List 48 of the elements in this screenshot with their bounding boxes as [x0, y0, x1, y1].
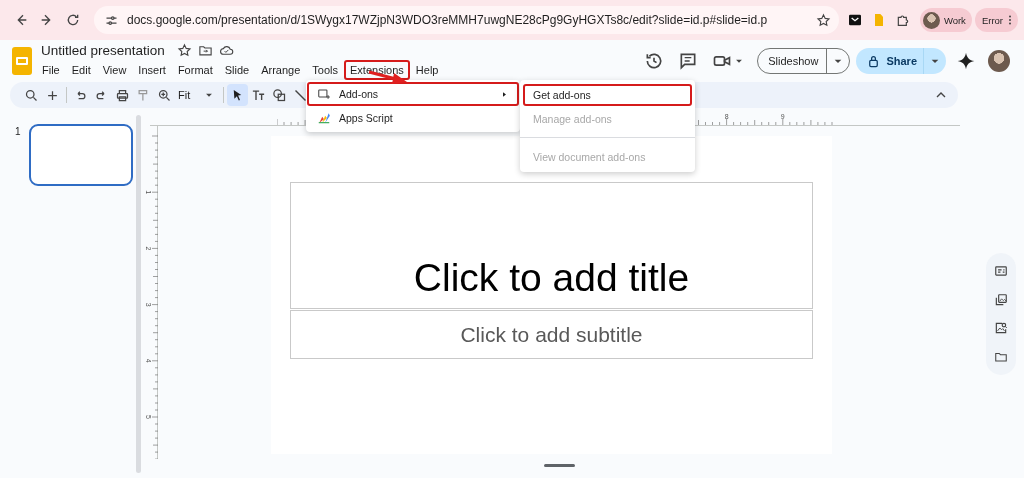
- menu-item[interactable]: Slide: [218, 59, 256, 80]
- bookmark-star-icon[interactable]: [815, 12, 831, 28]
- zoom-icon[interactable]: [157, 87, 172, 103]
- scrollbar[interactable]: [136, 115, 141, 473]
- add-on-icon: [317, 87, 331, 101]
- account-avatar[interactable]: [988, 50, 1010, 72]
- print-icon[interactable]: [115, 87, 130, 103]
- comment-icon: [678, 51, 699, 71]
- sparkle-icon[interactable]: [956, 51, 976, 71]
- menu-item[interactable]: Edit: [65, 59, 97, 80]
- resize-handle[interactable]: [544, 464, 575, 467]
- menu-entry[interactable]: Add-ons: [307, 82, 519, 106]
- shapes-icon: [272, 87, 288, 103]
- menu-entry-label: Add-ons: [339, 88, 379, 100]
- menu-item[interactable]: Format: [171, 59, 219, 80]
- address-bar[interactable]: docs.google.com/presentation/d/1SWygx17WZjpN3WDO3reMMH7uwgNE28cPg9GyHGXTs8c/edit?slide=id.p#slide=id.p: [94, 6, 839, 34]
- error-button[interactable]: Error: [974, 8, 1018, 32]
- menu-entry-label: Apps Script: [339, 112, 393, 124]
- script-logo-icon: [317, 111, 331, 125]
- search-icon[interactable]: [24, 87, 39, 103]
- url-text: docs.google.com/presentation/d/1SWygx17WZjpN3WDO3reMMH7uwgNE28cPg9GyHGXTs8c/edit?slide=id.p#slide=id.p: [127, 13, 768, 27]
- menu-item[interactable]: Tools: [306, 59, 344, 80]
- menu-item[interactable]: Help: [409, 59, 445, 80]
- title-placeholder[interactable]: Click to add title: [290, 182, 813, 309]
- image-search-icon[interactable]: [994, 321, 1008, 336]
- menu-item[interactable]: Insert: [132, 59, 172, 80]
- title-placeholder-text: Click to add title: [413, 256, 690, 300]
- profile-button[interactable]: Work: [919, 8, 972, 32]
- reload-icon[interactable]: [65, 12, 81, 28]
- slide-number: 1: [15, 126, 21, 138]
- menu-item[interactable]: File: [36, 59, 66, 80]
- slides-logo-icon: [12, 47, 32, 75]
- zoom-dropdown[interactable]: Fit: [178, 88, 217, 102]
- menu-entry[interactable]: Apps Script: [307, 106, 519, 130]
- speaker-notes-icon[interactable]: [994, 264, 1008, 279]
- document-title[interactable]: Untitled presentation: [41, 42, 165, 58]
- images-icon[interactable]: [994, 292, 1008, 307]
- star-icon[interactable]: [176, 42, 192, 58]
- menu-entry[interactable]: Get add-ons: [523, 84, 692, 106]
- menu-item[interactable]: View: [96, 59, 133, 80]
- select-tool-button[interactable]: [227, 84, 249, 106]
- mail-extension-icon[interactable]: [846, 12, 863, 28]
- subtitle-placeholder-text: Click to add subtitle: [460, 322, 643, 347]
- slide-thumbnail[interactable]: [28, 124, 133, 186]
- text-box-icon: [251, 87, 267, 103]
- menu-item[interactable]: Arrange: [255, 59, 307, 80]
- subtitle-placeholder[interactable]: Click to add subtitle: [290, 310, 813, 359]
- avatar-icon: [922, 11, 940, 29]
